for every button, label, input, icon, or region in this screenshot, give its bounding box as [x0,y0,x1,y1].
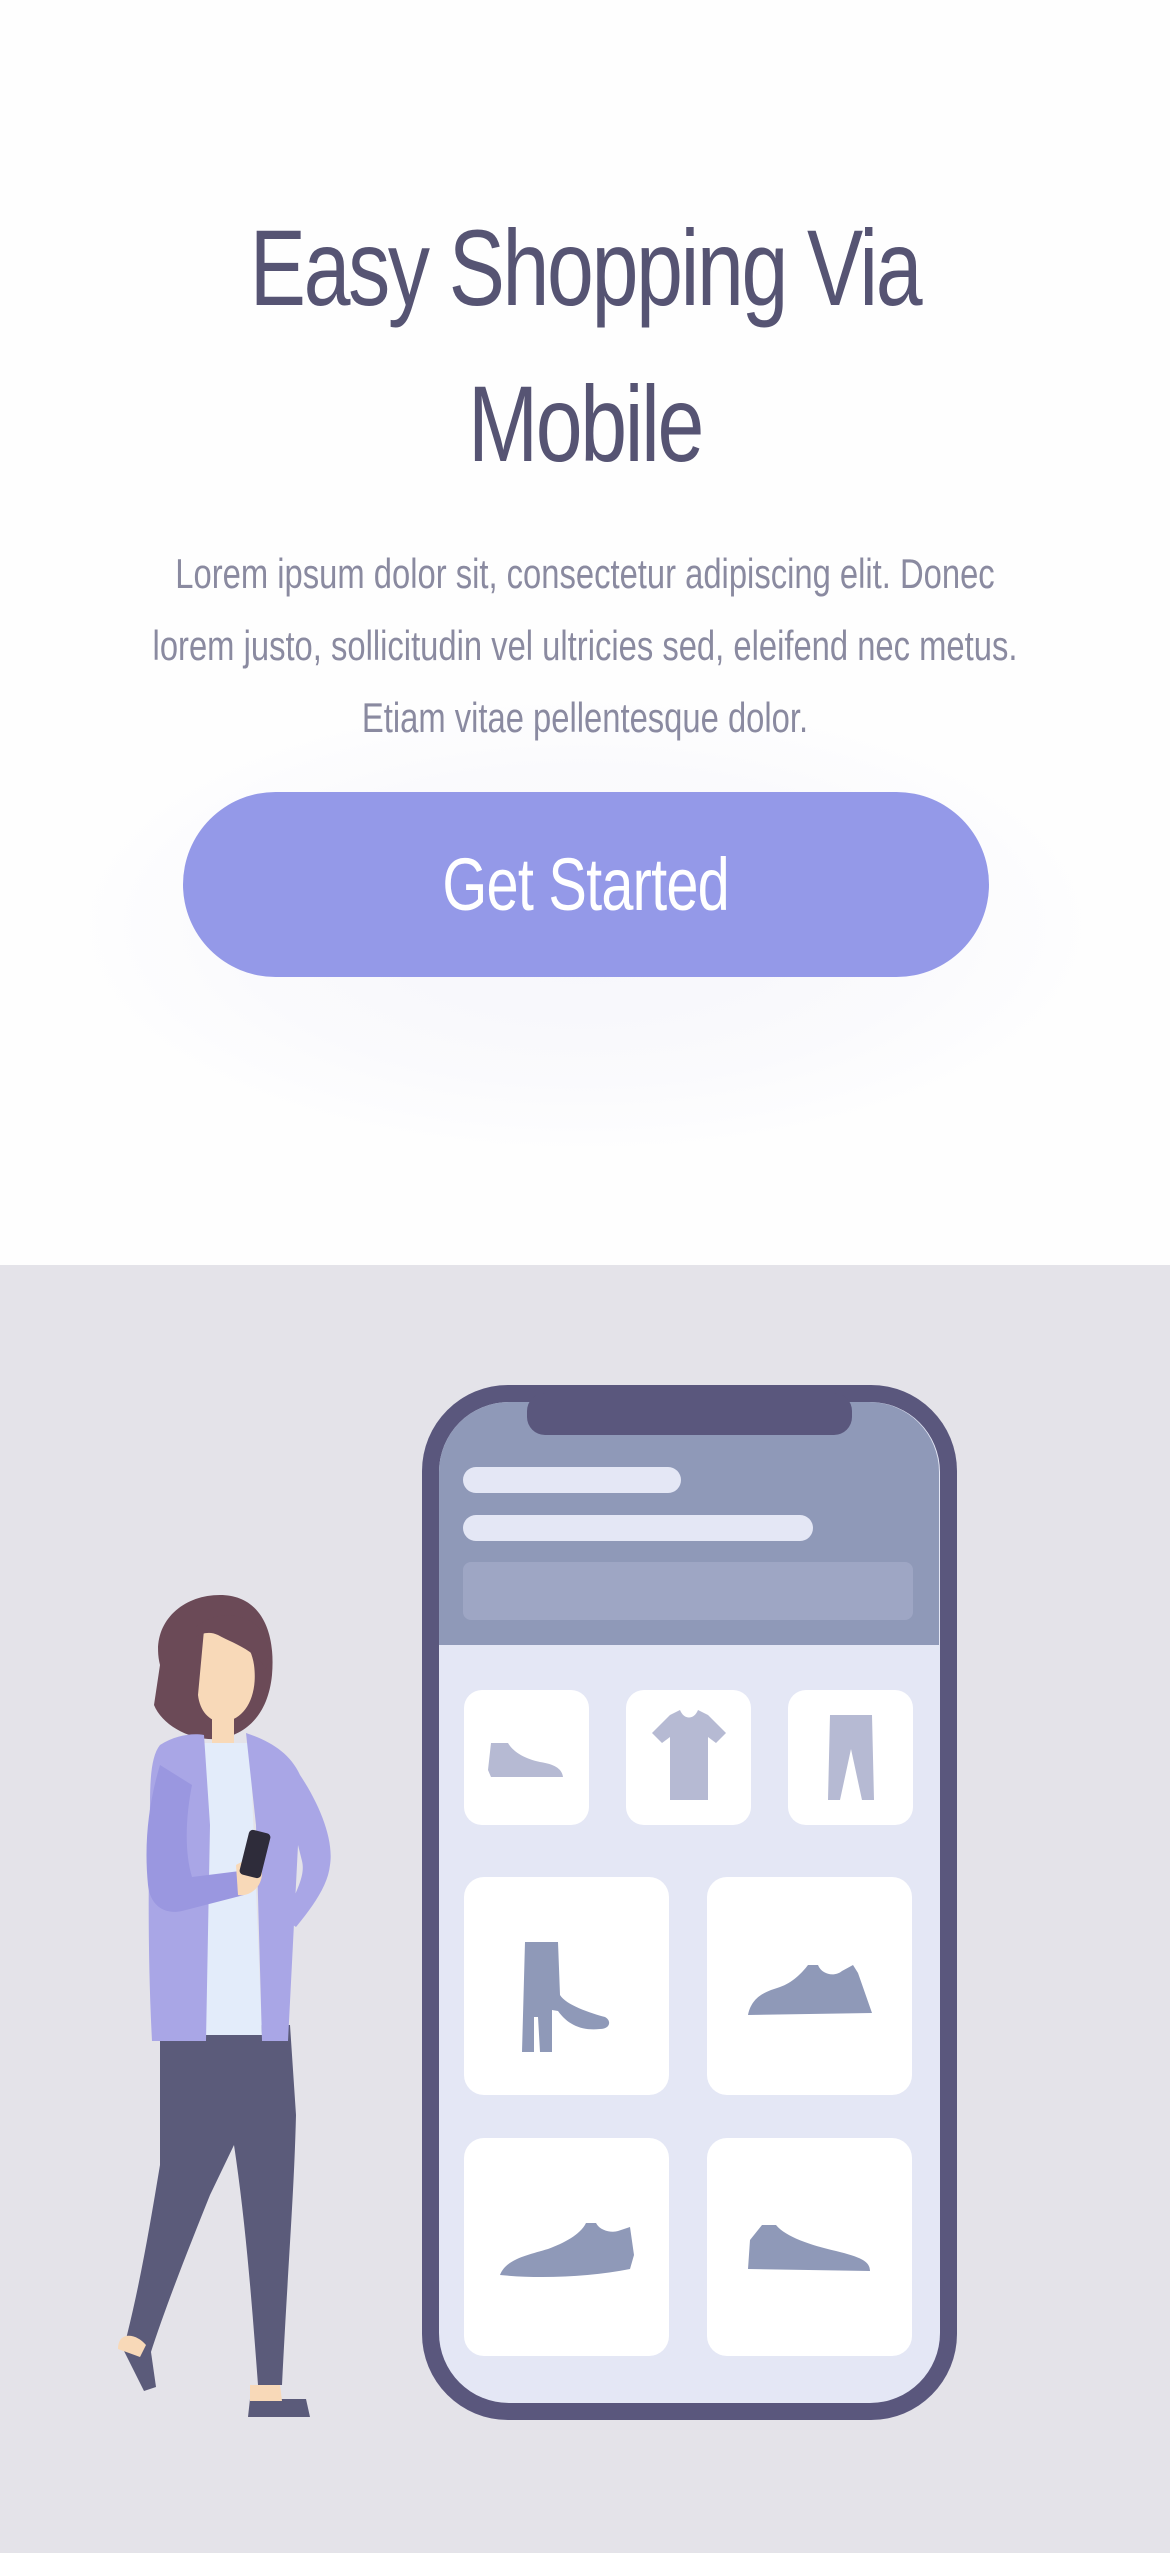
woman-figure [118,1595,331,2417]
get-started-label: Get Started [442,843,730,926]
shopping-illustration [118,1385,957,2420]
illustration-section [0,1265,1170,2553]
phone-header-line-1 [463,1467,681,1493]
category-card-shoe [464,1690,589,1825]
hero-section: Easy Shopping Via Mobile Lorem ipsum dol… [0,0,1170,1265]
neck [212,1715,234,1745]
hero-title-line2: Mobile [467,363,704,484]
phone-notch [527,1393,852,1435]
category-card-pants [788,1690,913,1825]
phone-mockup [422,1385,957,2420]
legs [124,2025,296,2385]
get-started-button[interactable]: Get Started [183,792,989,977]
hero-title-line1: Easy Shopping Via [249,207,923,328]
phone-header-line-2 [463,1515,813,1541]
phone-search-bar [463,1562,913,1620]
hero-title: Easy Shopping Via Mobile [129,190,1042,502]
product-card-boot [464,1877,669,2095]
right-ankle [250,2385,282,2401]
right-shoe [248,2399,310,2417]
